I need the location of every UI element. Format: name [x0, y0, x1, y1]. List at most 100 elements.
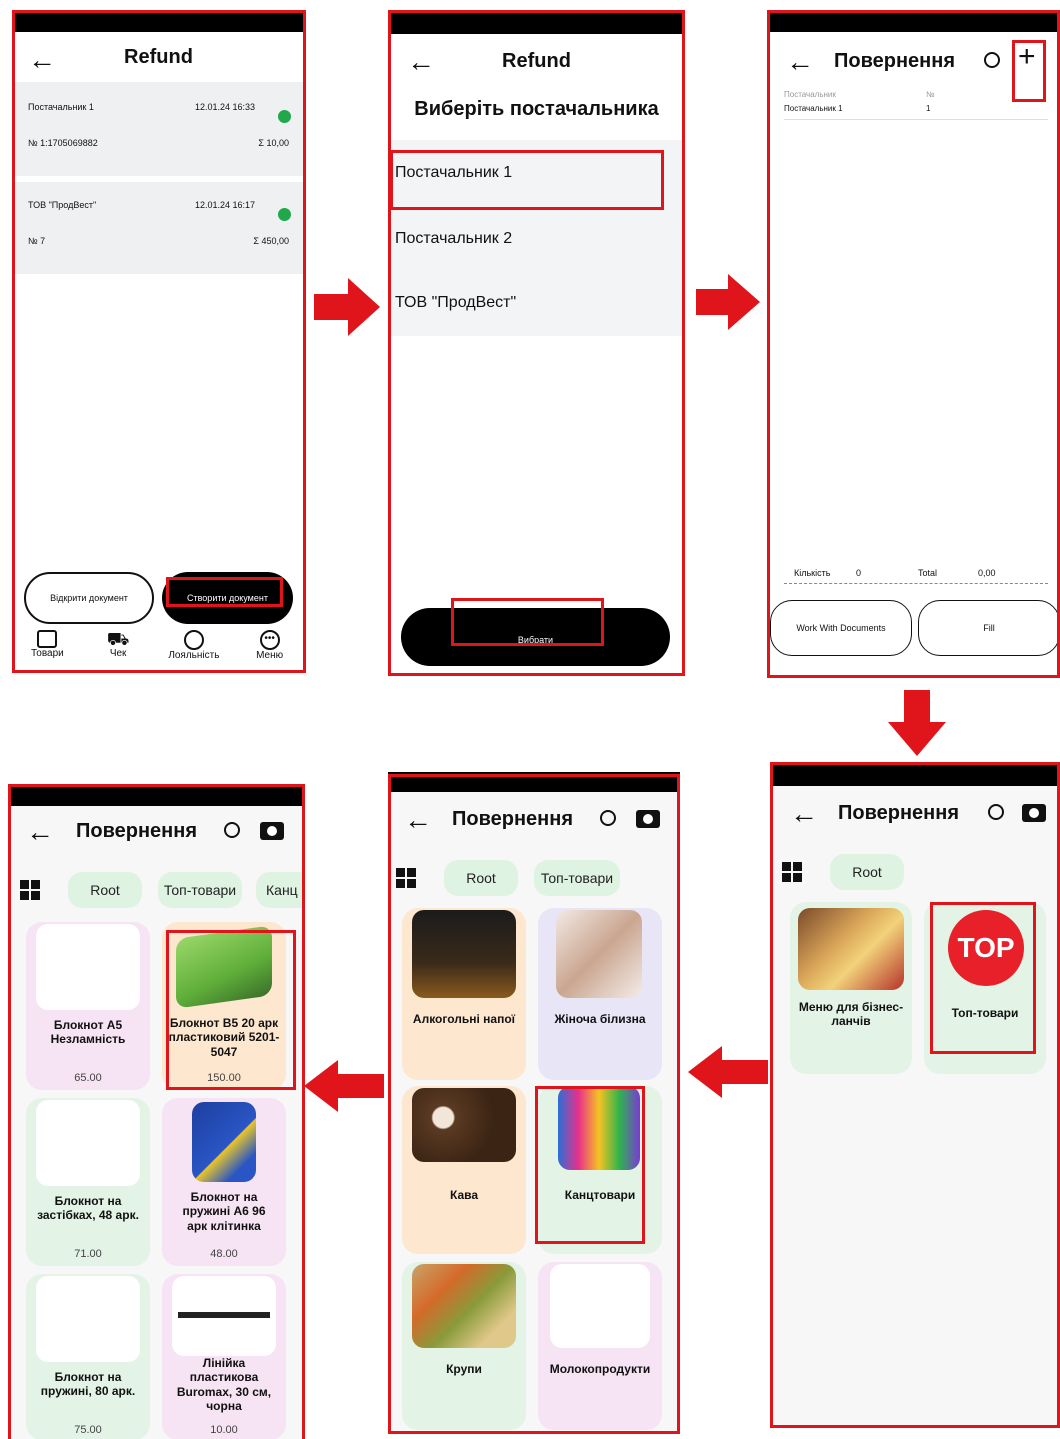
- search-icon[interactable]: [984, 52, 1000, 68]
- list-icon: [37, 630, 58, 648]
- product-tile[interactable]: Блокнот А5 Незламність 65.00: [26, 922, 150, 1090]
- product-price: 48.00: [210, 1248, 238, 1260]
- status-bar: [389, 12, 684, 34]
- product-name: Блокнот А5 Незламність: [50, 1018, 126, 1047]
- notebook-blue-image: [192, 1102, 256, 1182]
- nav-label: Лояльність: [168, 650, 220, 661]
- status-bar: [388, 772, 680, 792]
- top-logo: TOP: [948, 910, 1024, 986]
- grid-view-icon[interactable]: [20, 880, 40, 900]
- tile-label: Топ-товари: [951, 1006, 1019, 1020]
- status-dot: [278, 110, 291, 123]
- nav-loyalty[interactable]: Лояльність: [159, 630, 229, 670]
- doc-datetime: 12.01.24 16:33: [194, 102, 255, 112]
- search-icon[interactable]: [988, 804, 1004, 820]
- col-supplier: Постачальник: [784, 90, 836, 99]
- product-tile[interactable]: Блокнот на застібках, 48 арк. 71.00: [26, 1098, 150, 1266]
- nav-label: Товари: [30, 648, 64, 659]
- list-item[interactable]: Постачальник 2: [395, 230, 512, 248]
- breadcrumb-root[interactable]: Root: [68, 872, 142, 908]
- product-image: [36, 1100, 140, 1186]
- lingerie-image: [556, 910, 642, 998]
- page-title: Повернення: [838, 802, 959, 824]
- arrow-left-icon: [688, 1046, 768, 1098]
- list-item[interactable]: Постачальник 1: [395, 164, 512, 182]
- breadcrumb-root[interactable]: Root: [444, 860, 518, 896]
- page-title: Refund: [502, 50, 571, 72]
- category-tile[interactable]: Кава: [402, 1086, 526, 1254]
- product-price: 65.00: [74, 1072, 102, 1084]
- qty-label: Кількість: [794, 568, 831, 578]
- total-label: Total: [918, 568, 938, 578]
- back-arrow-icon[interactable]: ←: [26, 818, 54, 846]
- category-tile[interactable]: Меню для бізнес-ланчів: [790, 902, 912, 1074]
- screen-groups-root: ← Повернення Root Меню для бізнес-ланчів…: [772, 764, 1060, 1426]
- document-card[interactable]: Постачальник 1 12.01.24 16:33 № 1:170506…: [12, 82, 305, 176]
- list-item[interactable]: ТОВ "ПродВест": [395, 294, 516, 312]
- camera-icon[interactable]: [260, 822, 284, 840]
- doc-supplier: Постачальник 1: [28, 102, 94, 112]
- bottom-nav: Товари ⛟ Чек Лояльність ••• Меню: [12, 630, 305, 670]
- product-price: 71.00: [74, 1248, 102, 1260]
- search-icon[interactable]: [600, 810, 616, 826]
- arrow-down-icon: [888, 690, 946, 756]
- breadcrumb-top[interactable]: Топ-товари: [158, 872, 242, 908]
- product-tile[interactable]: Лінійка пластикова Buromax, 30 см, чорна…: [162, 1274, 286, 1439]
- nav-receipt[interactable]: ⛟ Чек: [88, 630, 148, 670]
- work-with-documents-button[interactable]: Work With Documents: [770, 600, 912, 656]
- dairy-image: [550, 1264, 650, 1348]
- doc-datetime: 12.01.24 16:17: [194, 200, 255, 210]
- nav-label: Чек: [109, 648, 127, 659]
- groats-image: [412, 1264, 516, 1348]
- grid-view-icon[interactable]: [782, 862, 802, 882]
- open-document-button[interactable]: Відкрити документ: [24, 572, 154, 624]
- product-tile[interactable]: Блокнот на пружині, 80 арк. 75.00: [26, 1274, 150, 1439]
- create-document-button[interactable]: Створити документ: [162, 572, 293, 624]
- total-value: 0,00: [978, 568, 996, 578]
- alcohol-image: [412, 910, 516, 998]
- search-icon[interactable]: [224, 822, 240, 838]
- doc-supplier: ТОВ "ПродВест": [28, 200, 97, 210]
- product-tile[interactable]: Блокнот В5 20 арк пластиковий 5201-5047 …: [162, 922, 286, 1090]
- add-icon[interactable]: +: [1018, 42, 1036, 72]
- product-image: [36, 924, 140, 1010]
- fill-button[interactable]: Fill: [918, 600, 1060, 656]
- status-bar: [772, 764, 1060, 786]
- breadcrumb-stationery[interactable]: Канц: [256, 872, 304, 908]
- row-supplier: Постачальник 1: [784, 104, 843, 113]
- breadcrumb-root[interactable]: Root: [830, 854, 904, 890]
- business-lunch-image: [798, 908, 904, 990]
- back-arrow-icon[interactable]: ←: [786, 48, 814, 76]
- back-arrow-icon[interactable]: ←: [790, 800, 818, 828]
- category-tile[interactable]: Крупи: [402, 1262, 526, 1430]
- doc-sum: Σ 450,00: [253, 236, 289, 246]
- nav-menu[interactable]: ••• Меню: [240, 630, 300, 670]
- screen-select-supplier: ← Refund Виберіть постачальника Постачал…: [389, 12, 684, 674]
- tile-label: Крупи: [446, 1362, 482, 1376]
- status-bar: [12, 12, 305, 32]
- category-tile[interactable]: Канцтовари: [538, 1086, 662, 1254]
- category-tile[interactable]: Молокопродукти: [538, 1262, 662, 1430]
- status-bar: [10, 786, 304, 806]
- grid-view-icon[interactable]: [396, 868, 416, 888]
- notebook-green-image: [176, 925, 272, 1009]
- back-arrow-icon[interactable]: ←: [404, 806, 432, 834]
- breadcrumb-top[interactable]: Топ-товари: [534, 860, 620, 896]
- select-supplier-heading: Виберіть постачальника: [414, 98, 659, 120]
- status-bar: [768, 12, 1060, 32]
- arrow-left-icon: [304, 1060, 384, 1112]
- nav-goods[interactable]: Товари: [17, 630, 77, 670]
- category-tile[interactable]: Алкогольні напої: [402, 908, 526, 1080]
- table-row[interactable]: Постачальник 1 1: [784, 104, 1048, 120]
- product-tile[interactable]: Блокнот на пружині А6 96 арк клітинка 48…: [162, 1098, 286, 1266]
- screen-groups-categories: ← Повернення Root Топ-товари Алкогольні …: [388, 772, 680, 1434]
- screen-refund-list: ← Refund Постачальник 1 12.01.24 16:33 №…: [12, 12, 305, 672]
- category-tile[interactable]: TOP Топ-товари: [924, 902, 1046, 1074]
- category-tile[interactable]: Жіноча білизна: [538, 908, 662, 1080]
- product-price: 10.00: [210, 1424, 238, 1436]
- tile-label: Алкогольні напої: [412, 1012, 516, 1026]
- camera-icon[interactable]: [1022, 804, 1046, 822]
- document-card[interactable]: ТОВ "ПродВест" 12.01.24 16:17 № 7 Σ 450,…: [12, 182, 305, 274]
- select-button[interactable]: Вибрати: [401, 608, 670, 666]
- camera-icon[interactable]: [636, 810, 660, 828]
